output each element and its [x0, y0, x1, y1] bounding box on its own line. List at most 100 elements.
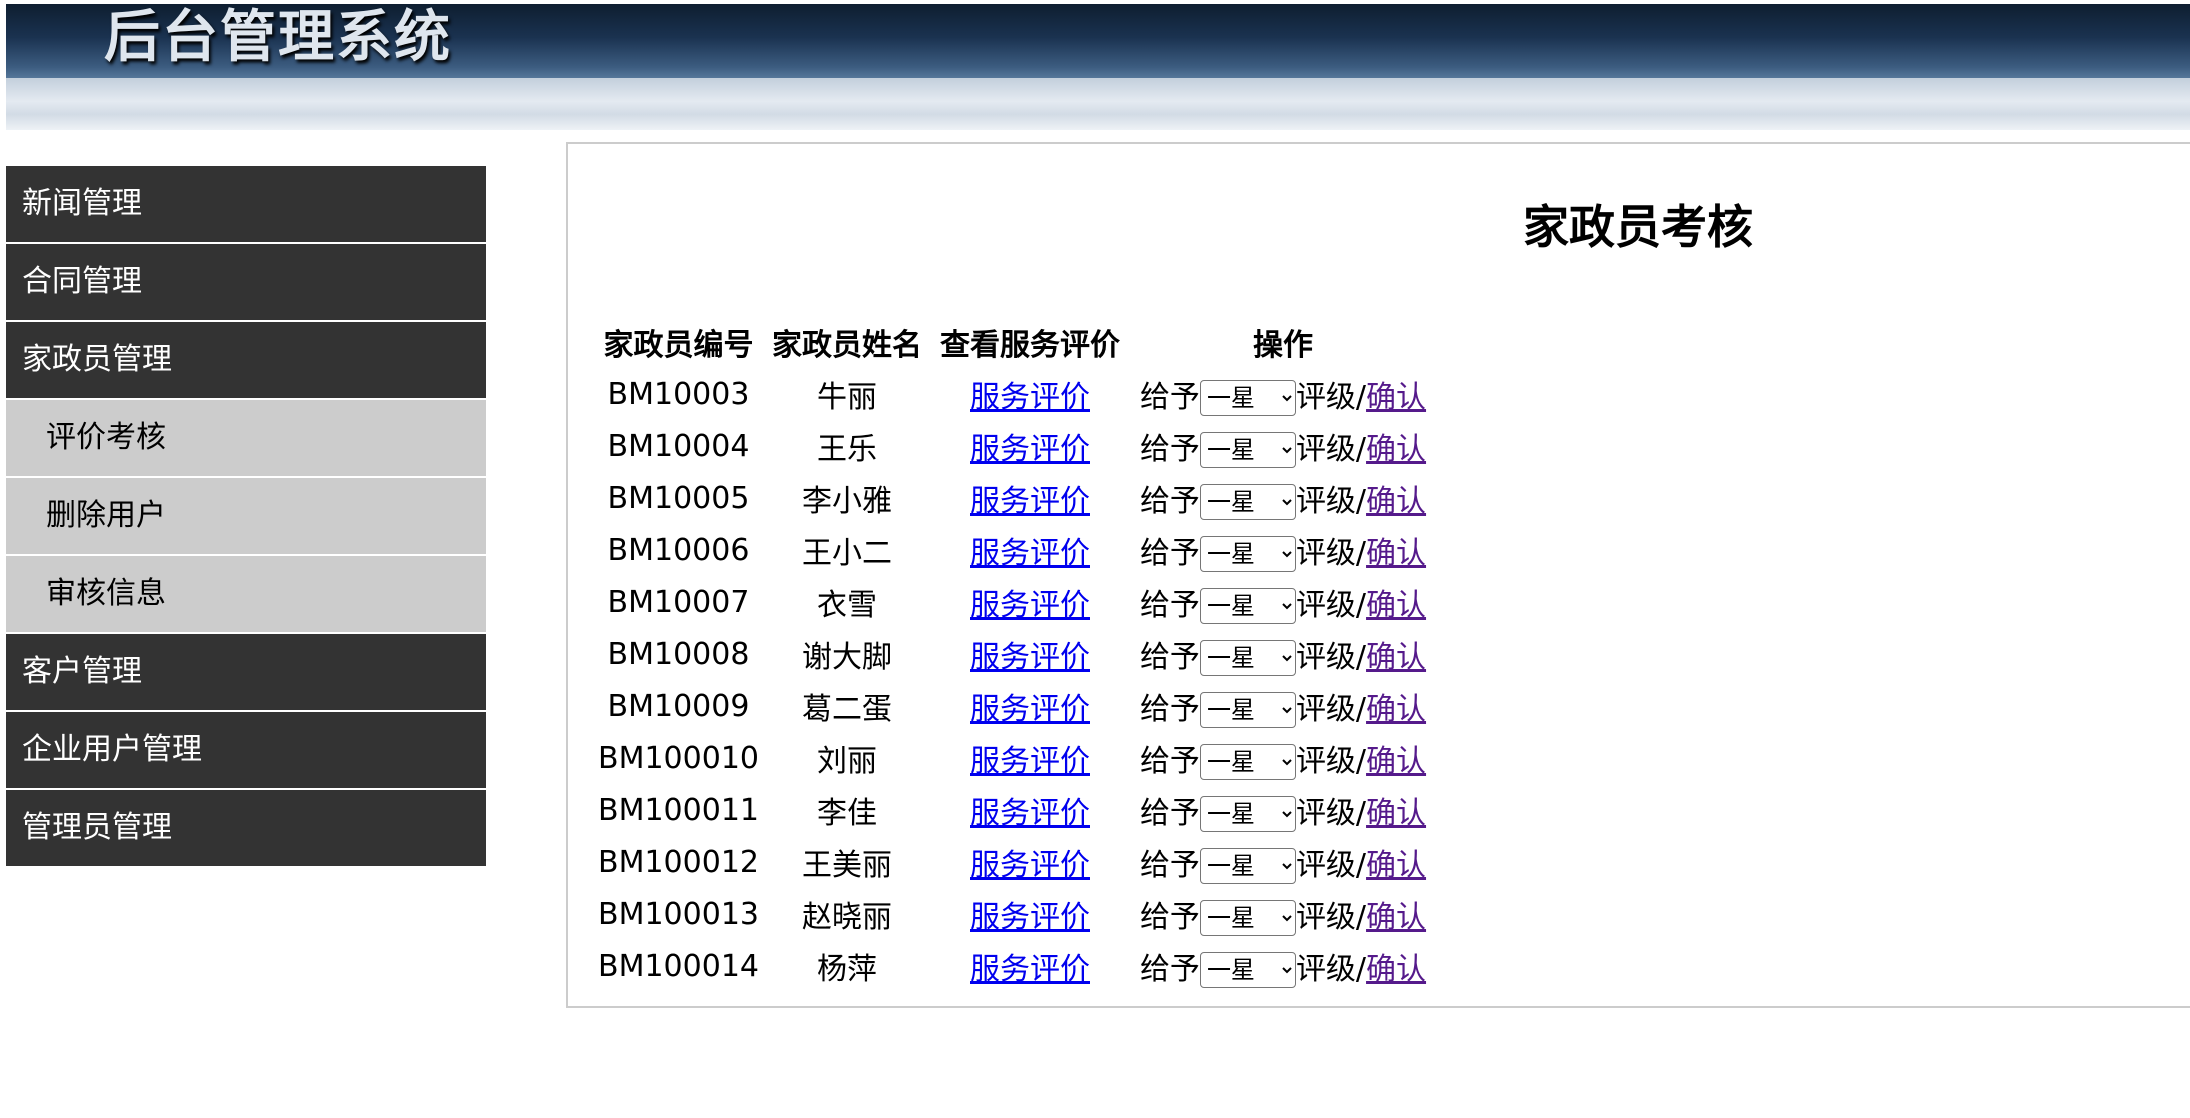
service-review-link[interactable]: 服务评价: [970, 536, 1090, 571]
rating-select[interactable]: 一星: [1199, 692, 1296, 729]
sidebar-subitem-review-info[interactable]: 审核信息: [6, 556, 486, 634]
staff-name: 牛丽: [817, 380, 877, 415]
service-review-link[interactable]: 服务评价: [970, 796, 1090, 831]
staff-id: BM100010: [598, 740, 759, 776]
header-view-review: 查看服务评价: [940, 328, 1120, 363]
operation-cell: 给予 一星 评级/确认: [1129, 888, 1437, 940]
service-review-link[interactable]: 服务评价: [970, 588, 1090, 623]
give-label: 给予: [1139, 951, 1200, 987]
operation-cell: 给予 一星 评级/确认: [1129, 940, 1437, 992]
service-review-link[interactable]: 服务评价: [970, 848, 1090, 883]
rate-label: 评级/: [1295, 587, 1367, 623]
rate-label: 评级/: [1295, 379, 1367, 415]
rating-select[interactable]: 一星: [1199, 952, 1296, 989]
confirm-link[interactable]: 确认: [1366, 432, 1426, 467]
rate-label: 评级/: [1295, 743, 1367, 779]
sidebar-subitem-evaluation[interactable]: 评价考核: [6, 400, 486, 478]
staff-name: 王小二: [802, 536, 892, 571]
sidebar-menu: 新闻管理 合同管理 家政员管理 评价考核 删除用户 审核信息 客户管理 企业用户…: [6, 166, 486, 868]
staff-name: 王乐: [817, 432, 877, 467]
confirm-link[interactable]: 确认: [1366, 744, 1426, 779]
staff-id: BM10009: [607, 688, 750, 724]
sidebar-item-housekeepers[interactable]: 家政员管理: [6, 322, 486, 400]
service-review-link[interactable]: 服务评价: [970, 640, 1090, 675]
rating-select[interactable]: 一星: [1199, 484, 1296, 521]
operation-cell: 给予 一星 评级/确认: [1129, 472, 1437, 524]
table-body: BM10003 牛丽 服务评价 给予 一星 评级/确认 BM10004 王乐 服务评价 给予 一星评…: [594, 368, 1437, 992]
sidebar-item-customers[interactable]: 客户管理: [6, 634, 486, 712]
confirm-link[interactable]: 确认: [1366, 380, 1426, 415]
staff-name: 刘丽: [817, 744, 877, 779]
service-review-link[interactable]: 服务评价: [970, 692, 1090, 727]
review-cell: 服务评价: [931, 888, 1129, 940]
review-cell: 服务评价: [931, 732, 1129, 784]
rating-select[interactable]: 一星: [1199, 640, 1296, 677]
sidebar-item-admins[interactable]: 管理员管理: [6, 790, 486, 868]
confirm-link[interactable]: 确认: [1366, 952, 1426, 987]
rating-select[interactable]: 一星: [1199, 536, 1296, 573]
confirm-link[interactable]: 确认: [1366, 848, 1426, 883]
sidebar-item-enterprise-users[interactable]: 企业用户管理: [6, 712, 486, 790]
table-row: BM100014 杨萍 服务评价 给予 一星 评级/确认: [594, 940, 1437, 992]
rating-select[interactable]: 一星: [1199, 900, 1296, 937]
service-review-link[interactable]: 服务评价: [970, 380, 1090, 415]
give-label: 给予: [1139, 483, 1200, 519]
operation-cell: 给予 一星 评级/确认: [1129, 732, 1437, 784]
operation-cell: 给予 一星 评级/确认: [1129, 576, 1437, 628]
staff-id: BM10008: [607, 636, 750, 672]
confirm-link[interactable]: 确认: [1366, 692, 1426, 727]
staff-name: 李小雅: [802, 484, 892, 519]
operation-cell: 给予 一星 评级/确认: [1129, 836, 1437, 888]
table-row: BM10007 衣雪 服务评价 给予 一星 评级/确认: [594, 576, 1437, 628]
staff-id: BM100013: [598, 896, 759, 932]
page-title: 家政员考核: [1523, 200, 1753, 254]
give-label: 给予: [1139, 379, 1200, 415]
confirm-link[interactable]: 确认: [1366, 484, 1426, 519]
service-review-link[interactable]: 服务评价: [970, 900, 1090, 935]
rating-select[interactable]: 一星: [1199, 744, 1296, 781]
service-review-link[interactable]: 服务评价: [970, 432, 1090, 467]
give-label: 给予: [1139, 743, 1200, 779]
review-cell: 服务评价: [931, 680, 1129, 732]
table-row: BM100012 王美丽 服务评价 给予 一星 评级/确认: [594, 836, 1437, 888]
staff-id: BM100012: [598, 844, 759, 880]
staff-name: 杨萍: [817, 952, 877, 987]
rating-select[interactable]: 一星: [1199, 796, 1296, 833]
staff-id: BM10004: [607, 428, 750, 464]
operation-cell: 给予 一星 评级/确认: [1129, 368, 1437, 420]
rating-select[interactable]: 一星: [1199, 380, 1296, 417]
sidebar-item-news[interactable]: 新闻管理: [6, 166, 486, 244]
confirm-link[interactable]: 确认: [1366, 640, 1426, 675]
confirm-link[interactable]: 确认: [1366, 536, 1426, 571]
confirm-link[interactable]: 确认: [1366, 900, 1426, 935]
table-row: BM10009 葛二蛋 服务评价 给予 一星 评级/确认: [594, 680, 1437, 732]
header-staff-id: 家政员编号: [603, 328, 754, 363]
give-label: 给予: [1139, 431, 1200, 467]
table-row: BM10006 王小二 服务评价 给予 一星 评级/确认: [594, 524, 1437, 576]
rating-select[interactable]: 一星: [1199, 588, 1296, 625]
service-review-link[interactable]: 服务评价: [970, 952, 1090, 987]
rate-label: 评级/: [1295, 535, 1367, 571]
confirm-link[interactable]: 确认: [1366, 796, 1426, 831]
rating-select[interactable]: 一星: [1199, 432, 1296, 469]
header-subbar: [6, 78, 2190, 130]
operation-cell: 给予 一星 评级/确认: [1129, 784, 1437, 836]
service-review-link[interactable]: 服务评价: [970, 484, 1090, 519]
table-header-row: 家政员编号 家政员姓名 查看服务评价 操作: [594, 316, 1437, 368]
confirm-link[interactable]: 确认: [1366, 588, 1426, 623]
rating-select[interactable]: 一星: [1199, 848, 1296, 885]
service-review-link[interactable]: 服务评价: [970, 744, 1090, 779]
give-label: 给予: [1139, 899, 1200, 935]
staff-name: 葛二蛋: [802, 692, 892, 727]
sidebar-subitem-delete-user[interactable]: 删除用户: [6, 478, 486, 556]
operation-cell: 给予 一星 评级/确认: [1129, 628, 1437, 680]
rate-label: 评级/: [1295, 847, 1367, 883]
rate-label: 评级/: [1295, 795, 1367, 831]
table-row: BM100013 赵晓丽 服务评价 给予 一星 评级/确认: [594, 888, 1437, 940]
staff-name: 赵晓丽: [802, 900, 892, 935]
staff-id: BM10006: [607, 532, 750, 568]
sidebar-item-contracts[interactable]: 合同管理: [6, 244, 486, 322]
operation-cell: 给予 一星 评级/确认: [1129, 420, 1437, 472]
staff-id: BM10005: [607, 480, 750, 516]
operation-cell: 给予 一星 评级/确认: [1129, 680, 1437, 732]
